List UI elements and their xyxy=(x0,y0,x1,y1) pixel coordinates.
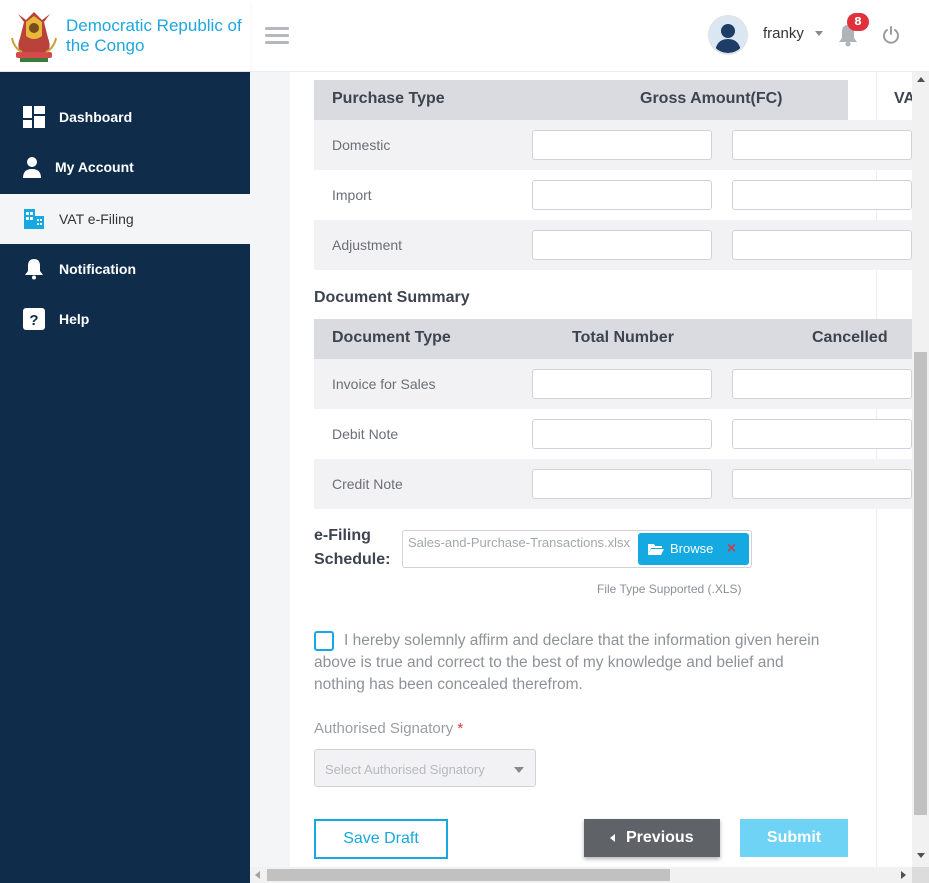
horizontal-scrollbar[interactable] xyxy=(250,867,912,883)
notification-count-badge: 8 xyxy=(847,13,869,31)
submit-button[interactable]: Submit xyxy=(740,819,848,857)
scrollbar-corner xyxy=(912,867,929,883)
document-type-label: Debit Note xyxy=(332,426,399,442)
brand-logo-area[interactable]: Democratic Republic of the Congo xyxy=(0,0,250,72)
scroll-right-icon[interactable] xyxy=(901,871,906,879)
chevron-down-icon[interactable] xyxy=(815,31,823,36)
authorised-signatory-select[interactable]: Select Authorised Signatory xyxy=(314,749,536,787)
authorised-signatory-label: Authorised Signatory * xyxy=(314,720,463,737)
sidebar-item-my-account[interactable]: My Account xyxy=(0,142,250,192)
signatory-label-text: Authorised Signatory xyxy=(314,720,454,737)
user-icon xyxy=(23,157,41,178)
import-gross-amount-input[interactable] xyxy=(532,180,712,210)
purchase-type-label: Import xyxy=(332,187,372,203)
import-vat-input[interactable] xyxy=(732,180,912,210)
declaration-text: I hereby solemnly affirm and declare tha… xyxy=(314,632,820,693)
main-content: Purchase Type Gross Amount(FC) VA Domest… xyxy=(250,72,929,883)
previous-button-label: Previous xyxy=(626,829,694,846)
vertical-scroll-thumb[interactable] xyxy=(914,352,927,815)
document-table-header: Document Type Total Number Cancelled xyxy=(314,319,912,359)
save-draft-button[interactable]: Save Draft xyxy=(314,819,448,859)
horizontal-scroll-thumb[interactable] xyxy=(267,869,670,881)
folder-open-icon xyxy=(648,544,664,555)
selected-file-name: Sales-and-Purchase-Transactions.xlsx xyxy=(408,535,631,550)
brand-name: Democratic Republic of the Congo xyxy=(66,16,242,55)
efiling-schedule-label: e-Filing Schedule: xyxy=(314,527,391,568)
debit-note-total-number-input[interactable] xyxy=(532,419,712,449)
adjustment-vat-input[interactable] xyxy=(732,230,912,260)
sidebar-item-dashboard[interactable]: Dashboard xyxy=(0,92,250,142)
file-upload-field[interactable]: Sales-and-Purchase-Transactions.xlsx Bro… xyxy=(402,530,752,568)
browse-button[interactable]: Browse × xyxy=(638,533,749,565)
dashboard-icon xyxy=(23,106,45,128)
coat-of-arms-icon xyxy=(11,12,57,62)
domestic-vat-input[interactable] xyxy=(732,130,912,160)
user-avatar-icon xyxy=(710,17,746,53)
bell-icon xyxy=(25,259,43,280)
column-header-purchase-type: Purchase Type xyxy=(332,90,445,107)
previous-button[interactable]: Previous xyxy=(584,819,720,857)
required-marker: * xyxy=(457,720,464,737)
avatar[interactable] xyxy=(708,15,748,55)
table-row: Credit Note xyxy=(314,459,912,509)
sidebar-item-label: Help xyxy=(59,311,90,327)
sidebar-item-label: My Account xyxy=(55,159,134,175)
sidebar-item-label: Notification xyxy=(59,261,136,277)
sidebar-item-notification[interactable]: Notification xyxy=(0,244,250,294)
caret-left-icon xyxy=(610,834,615,842)
scroll-up-icon[interactable] xyxy=(917,77,925,82)
scroll-left-icon[interactable] xyxy=(255,871,260,879)
remove-file-icon[interactable]: × xyxy=(726,541,737,556)
invoice-total-number-input[interactable] xyxy=(532,369,712,399)
declaration-checkbox[interactable] xyxy=(314,631,334,651)
column-header-cancelled: Cancelled xyxy=(812,329,888,346)
vertical-scrollbar[interactable] xyxy=(912,72,929,867)
purchase-table-header: Purchase Type Gross Amount(FC) xyxy=(314,80,848,120)
table-row: Domestic xyxy=(314,120,912,170)
browse-button-label: Browse xyxy=(670,541,714,556)
building-icon xyxy=(24,209,44,229)
username[interactable]: franky xyxy=(763,25,804,42)
domestic-gross-amount-input[interactable] xyxy=(532,130,712,160)
menu-toggle-icon[interactable] xyxy=(265,27,289,45)
adjustment-gross-amount-input[interactable] xyxy=(532,230,712,260)
table-row: Adjustment xyxy=(314,220,912,270)
svg-text:?: ? xyxy=(29,312,38,329)
invoice-cancelled-input[interactable] xyxy=(732,369,912,399)
file-type-hint: File Type Supported (.XLS) xyxy=(597,582,742,596)
column-header-document-type: Document Type xyxy=(332,329,451,346)
sidebar-item-label: VAT e-Filing xyxy=(59,211,134,227)
power-icon[interactable] xyxy=(881,25,901,45)
column-header-total-number: Total Number xyxy=(572,329,674,346)
top-bar: franky 8 xyxy=(250,0,929,72)
purchase-type-label: Adjustment xyxy=(332,237,403,253)
signatory-placeholder: Select Authorised Signatory xyxy=(325,762,485,777)
sidebar-item-help[interactable]: ? Help xyxy=(0,294,250,344)
document-type-label: Credit Note xyxy=(332,476,403,492)
table-row: Invoice for Sales xyxy=(314,359,912,409)
debit-note-cancelled-input[interactable] xyxy=(732,419,912,449)
purchase-type-label: Domestic xyxy=(332,137,391,153)
table-row: Import xyxy=(314,170,912,220)
sidebar-item-vat-efiling[interactable]: VAT e-Filing xyxy=(0,194,250,244)
sidebar-item-label: Dashboard xyxy=(59,109,133,125)
app-root: Democratic Republic of the Congo franky … xyxy=(0,0,929,883)
table-row: Debit Note xyxy=(314,409,912,459)
column-header-gross-amount: Gross Amount(FC) xyxy=(640,90,783,107)
credit-note-total-number-input[interactable] xyxy=(532,469,712,499)
scroll-down-icon[interactable] xyxy=(917,853,925,858)
document-type-label: Invoice for Sales xyxy=(332,376,436,392)
credit-note-cancelled-input[interactable] xyxy=(732,469,912,499)
document-summary-title: Document Summary xyxy=(314,289,470,306)
help-icon: ? xyxy=(23,308,45,330)
sidebar: Dashboard My Account VAT e-Filing Notifi… xyxy=(0,72,250,883)
dropdown-arrow-icon xyxy=(514,767,524,773)
